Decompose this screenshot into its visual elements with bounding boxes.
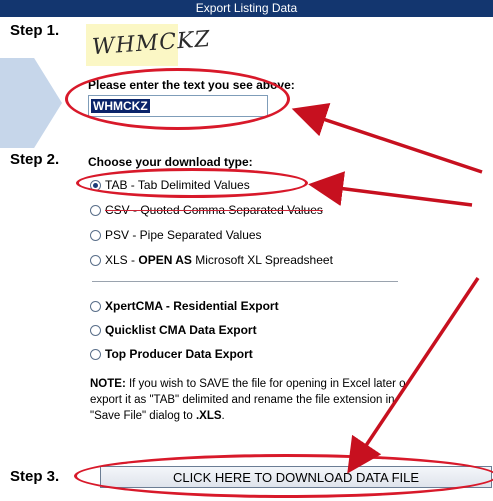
arrow-to-captcha-icon — [291, 103, 483, 174]
annotation-arrows — [291, 103, 483, 474]
arrow-to-tab-icon — [308, 171, 473, 207]
arrow-to-download-icon — [347, 277, 480, 474]
